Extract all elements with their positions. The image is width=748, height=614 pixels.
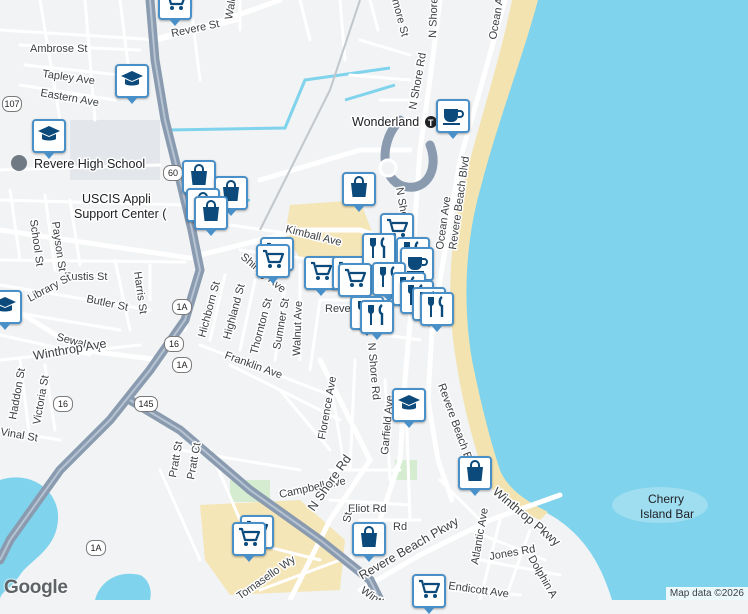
restaurant-icon [364,302,390,333]
restaurant-marker[interactable] [360,300,394,340]
label-ambrose-st: Ambrose St [30,43,87,55]
label-walnut-ave: Walnut Ave [291,301,305,356]
label-uscis-line1: USCIS Appli [82,192,151,206]
shopping-bag-icon [356,524,382,555]
route-shield-145: 145 [134,396,158,412]
coffee-icon [440,101,466,132]
rotary [378,158,398,178]
label-cherry-island-2: Island Bar [640,507,694,521]
route-shield-1a-2: 1A [172,357,192,373]
label-rd-fragment: Rd [393,521,407,533]
transit-t-glyph: T [428,118,434,128]
shopping-bag-marker[interactable] [342,172,376,212]
shopping-bag-marker[interactable] [352,522,386,562]
shopping-bag-icon [198,198,224,229]
shopping-cart-marker[interactable] [232,522,266,562]
school-icon [119,66,145,97]
label-cherry-island-1: Cherry [648,492,684,506]
school-grounds [70,120,160,180]
school-icon [0,292,18,323]
school-icon [396,390,422,421]
school-marker[interactable] [0,290,22,330]
google-logo: Google [4,577,68,598]
label-n-shore-rd-1: N Shore Rd [427,0,441,38]
map-attribution[interactable]: Map data ©2026 [665,587,748,600]
shopping-cart-icon [236,524,262,555]
label-wonderland: Wonderland [352,115,419,129]
restaurant-icon [366,235,392,266]
route-shield-16-2: 16 [53,396,73,412]
shopping-cart-marker[interactable] [256,244,290,284]
route-shield-107: 107 [2,96,22,112]
label-st-fragment: St [341,511,355,523]
school-marker[interactable] [115,64,149,104]
label-revere-fragment: Reve [325,303,351,315]
shopping-bag-marker[interactable] [194,196,228,236]
shopping-cart-icon [416,576,442,607]
shopping-cart-icon [260,246,286,277]
shopping-bag-marker[interactable] [458,456,492,496]
route-shield-1a: 1A [172,299,192,315]
coffee-marker[interactable] [436,99,470,139]
label-uscis-line2: Support Center ( [74,207,167,221]
shopping-cart-marker[interactable] [338,263,372,303]
route-shield-16: 16 [164,336,184,352]
shopping-cart-marker[interactable] [158,0,192,26]
shopping-bag-icon [346,174,372,205]
school-marker[interactable] [392,388,426,428]
shopping-cart-icon [308,258,334,289]
label-revere-high-school: Revere High School [34,157,145,171]
route-shield-60: 60 [163,165,183,181]
restaurant-marker[interactable] [420,292,454,332]
shopping-cart-icon [342,265,368,296]
shopping-bag-icon [462,458,488,489]
shopping-cart-marker[interactable] [412,574,446,614]
school-icon [36,121,62,152]
school-marker[interactable] [32,119,66,159]
shopping-cart-icon [162,0,188,19]
route-shield-1a-3: 1A [86,540,106,556]
restaurant-icon [424,294,450,325]
school-place-icon [11,155,27,171]
